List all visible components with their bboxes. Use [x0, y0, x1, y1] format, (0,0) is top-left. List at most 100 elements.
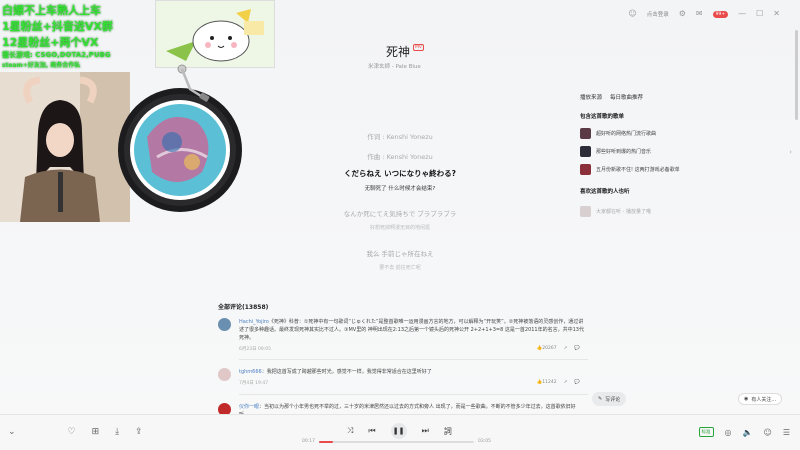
shuffle-icon[interactable]: ⤨: [347, 426, 353, 436]
like-count: 11242: [542, 380, 557, 385]
mail-icon[interactable]: ✉: [696, 9, 703, 19]
playlist-cover: [580, 146, 591, 157]
close-icon[interactable]: ✕: [773, 9, 780, 19]
like-button[interactable]: 👍20267: [537, 346, 557, 351]
reply-icon[interactable]: 💬: [574, 346, 580, 351]
overlay-line-3: 12星粉丝+两个VX: [2, 36, 99, 49]
artist-album[interactable]: 米津玄師 - Pale Blue: [368, 62, 421, 70]
avatar[interactable]: [218, 368, 231, 381]
playlist-name: 超好听的网络热门流行歌曲: [596, 131, 657, 137]
playlist-cover: [580, 164, 591, 175]
tab-daily-recommend[interactable]: 每日歌曲推荐: [610, 93, 643, 101]
share-icon[interactable]: ⇪: [135, 427, 143, 437]
gear-icon[interactable]: ⚙: [679, 9, 686, 19]
tonearm-needle: [176, 64, 212, 106]
download-icon[interactable]: ⤓: [115, 427, 119, 437]
share-icon[interactable]: ↗: [564, 380, 568, 385]
player-left-controls: ⌄ ♡ ⊞ ⤓ ⇪: [8, 427, 143, 437]
avatar[interactable]: [218, 318, 231, 331]
next-icon[interactable]: ⏭: [422, 426, 429, 436]
like-count: 20267: [542, 346, 557, 351]
fans-section-title: 喜欢这首歌的人也听: [580, 189, 630, 195]
overlay-line-1: 白嫖不上车熟人上车: [2, 4, 101, 17]
playlist-icon[interactable]: ☰: [783, 428, 790, 437]
scrollbar[interactable]: [795, 30, 798, 120]
comments-section: 全部评论(13858) Hachi_Yojiro《死神》科普：①死神中有一句歌词…: [218, 302, 588, 418]
lyric-line-current: くだらねえ いつになりゃ終わる?: [344, 169, 456, 178]
previous-icon[interactable]: ⏮: [368, 426, 375, 436]
maximize-icon[interactable]: ☐: [756, 9, 763, 19]
player-right-controls: 标准 ◎ 🔈 ☺ ☰: [698, 427, 790, 437]
comments-header: 全部评论(13858): [218, 304, 269, 311]
comment-text: Hachi_Yojiro《死神》科普：①死神中有一句歌词“じゅくれた”是整首歌唯…: [239, 318, 584, 342]
comment-user[interactable]: 仪你一眼: [239, 404, 259, 410]
pause-button[interactable]: ❚❚: [390, 423, 407, 439]
lyric-line: 作曲 : Kenshi Yonezu: [367, 153, 433, 161]
divider: [239, 359, 588, 360]
source-tabs: 播放来源 每日歌曲推荐: [580, 93, 800, 101]
write-comment-label: 写评论: [605, 396, 621, 403]
heart-icon[interactable]: ♡: [68, 427, 76, 437]
lyric-line: なんか死にてえ気持ちで ブラブラブラ: [343, 210, 457, 218]
comment-body: 《死神》科普：①死神中有一句歌词“じゅくれた”是整首歌唯一运用漫画方言的地方，可…: [239, 319, 584, 341]
comment-time: 7月4日 19:47: [239, 381, 269, 386]
playlist-item[interactable]: 那些好听到爆的热门音乐: [580, 146, 651, 157]
song-title: 死神: [386, 45, 411, 59]
lyric-line: 作词 : Kenshi Yonezu: [367, 133, 433, 141]
stream-overlay-banner: 白嫖不上车熟人上车 1星粉丝+抖音进VX群 12星粉丝+两个VX 擅长游戏: C…: [0, 0, 160, 72]
playlist-item[interactable]: 超好听的网络热门流行歌曲: [580, 128, 656, 139]
webcam-overlay: [0, 72, 130, 222]
chevron-right-icon[interactable]: ›: [789, 148, 792, 156]
playlist-item[interactable]: 五月份新歌不住! 这两打游戏必备歌单: [580, 164, 680, 175]
lyric-translation-current: 无聊死了 什么时候才会结束?: [364, 186, 436, 192]
fans-item[interactable]: 大家都在听 - 播放量了哦: [580, 206, 651, 217]
playback-controls: ⤨ ⏮ ❚❚ ⏭ 詞: [347, 423, 452, 439]
chevron-down-icon[interactable]: ⌄: [8, 427, 16, 437]
lyric-line: 我么 手前じゃ所在ねえ: [366, 250, 434, 258]
login-link[interactable]: 点击登录: [647, 10, 669, 18]
message-badge: 99+: [712, 10, 729, 18]
volume-icon[interactable]: 🔈: [743, 428, 753, 437]
overlay-line-2: 1星粉丝+抖音进VX群: [2, 20, 113, 33]
online-users-button[interactable]: ◉ 有人关注...: [738, 393, 783, 405]
player-bar: ⌄ ♡ ⊞ ⤓ ⇪ ⤨ ⏮ ❚❚ ⏭ 詞 标准 ◎ 🔈 ☺ ☰: [0, 414, 800, 450]
comment-user[interactable]: tghm666: [239, 369, 262, 375]
reply-icon[interactable]: 💬: [574, 380, 580, 385]
playlist-name: 五月份新歌不住! 这两打游戏必备歌单: [596, 167, 680, 173]
comment-time: 6月23日 09:05: [239, 347, 271, 352]
overlay-line-4: 擅长游戏: CSGO,DOTA2,PUBG: [2, 51, 111, 59]
lyric-translation: 好想死掉啊漫无目的地闲逛: [369, 225, 430, 231]
progress-bar[interactable]: 00:17 03:05: [302, 439, 500, 444]
mv-tag[interactable]: MV: [413, 44, 424, 51]
minimize-icon[interactable]: —: [738, 9, 746, 19]
cartoon-sticker-image: [155, 0, 275, 68]
playlist-cover: [580, 128, 591, 139]
progress-fill: [318, 440, 333, 443]
listen-together-icon[interactable]: ☺: [763, 428, 771, 437]
avatar-icon: ◉: [744, 396, 749, 402]
sound-effect-icon[interactable]: ◎: [725, 428, 732, 437]
quality-badge[interactable]: 标准: [698, 427, 714, 437]
music-app-window: ☺ 点击登录 ⚙ ✉ 99+ — ☐ ✕ 白嫖不上车熟人上车 1星粉丝+抖音进V…: [0, 0, 800, 450]
tab-play-source[interactable]: 播放来源: [580, 93, 602, 101]
share-icon[interactable]: ↗: [564, 346, 568, 351]
comment-user[interactable]: Hachi_Yojiro: [239, 319, 269, 325]
overlay-line-5: steam+好友加, 商务合作私: [2, 62, 81, 69]
right-panel: 播放来源 每日歌曲推荐 包含这首歌的歌单 超好听的网络热门流行歌曲 那些好听到爆…: [580, 93, 800, 217]
online-users-label: 有人关注...: [751, 396, 777, 403]
total-time: 03:05: [477, 439, 491, 444]
collect-icon[interactable]: ⊞: [92, 427, 100, 437]
pen-icon: ✎: [598, 396, 603, 402]
comment-actions: 👍20267 ↗ 💬: [537, 346, 580, 351]
lyrics-icon[interactable]: 詞: [444, 426, 452, 437]
playlist-name: 那些好听到爆的热门音乐: [596, 149, 652, 155]
like-button[interactable]: 👍11242: [537, 380, 557, 385]
write-comment-button[interactable]: ✎ 写评论: [592, 392, 627, 406]
comment-body: ：我把这首写成了跨越那些时光，感觉不一样，我觉得非常适合在这里听好了: [261, 369, 432, 375]
comment-actions: 👍11242 ↗ 💬: [537, 380, 580, 385]
user-icon[interactable]: ☺: [628, 9, 636, 19]
progress-track[interactable]: [318, 440, 474, 443]
divider: [239, 394, 588, 395]
comment-text: tghm666：我把这首写成了跨越那些时光，感觉不一样，我觉得非常适合在这里听好…: [239, 368, 584, 376]
fans-item-label: 大家都在听 - 播放量了哦: [596, 209, 651, 215]
